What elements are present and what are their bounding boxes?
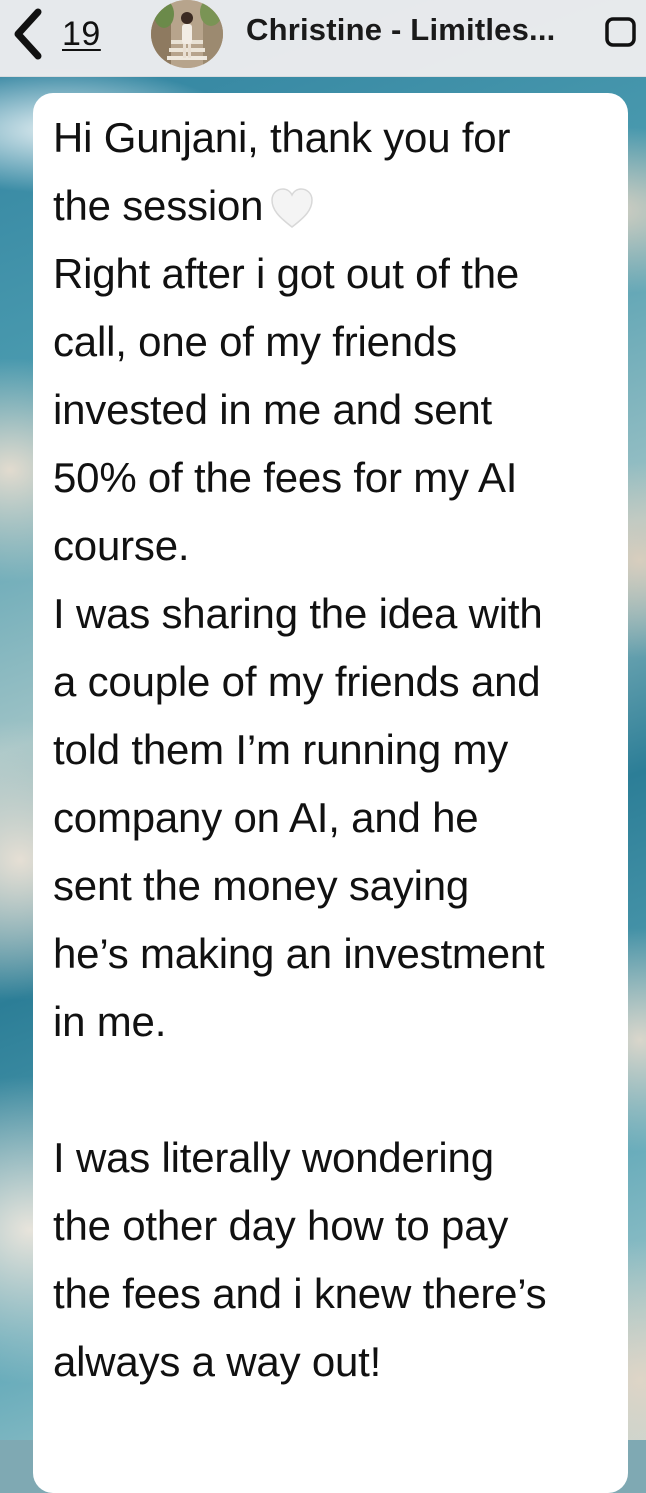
message-line-session: the session — [53, 182, 264, 229]
square-icon[interactable] — [604, 15, 638, 49]
back-button[interactable]: 19 — [10, 6, 101, 62]
message-line-greeting: Hi Gunjani, thank you for — [53, 114, 511, 161]
message-body: Right after i got out of the call, one o… — [53, 250, 547, 1385]
white-heart-icon — [269, 182, 315, 228]
unread-count: 19 — [62, 14, 101, 53]
chevron-left-icon — [10, 8, 44, 60]
chat-header: 19 Christine - Limitles... — [0, 0, 646, 77]
avatar[interactable] — [151, 0, 223, 68]
message-text: Hi Gunjani, thank you for the session Ri… — [53, 104, 618, 1396]
chat-title[interactable]: Christine - Limitles... — [246, 12, 555, 48]
